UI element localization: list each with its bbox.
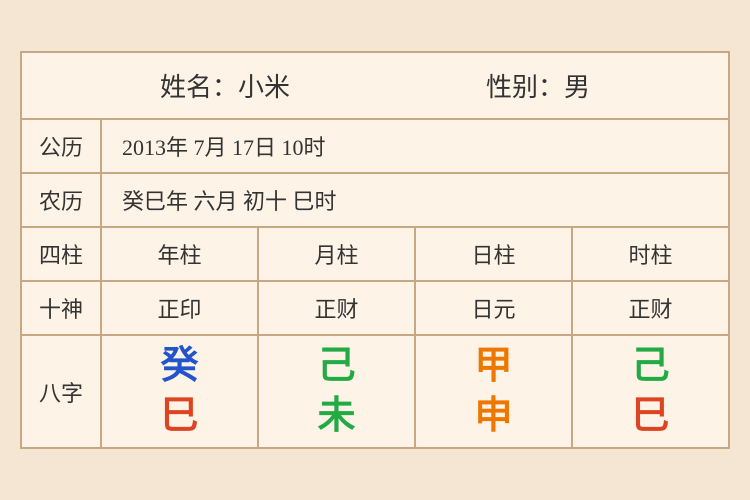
col-header-2: 日柱 — [416, 228, 573, 280]
bazhi-bottom-0: 巳 — [160, 396, 198, 438]
shishen-label: 十神 — [22, 282, 102, 334]
col-header-3: 时柱 — [573, 228, 728, 280]
lunar-value: 癸巳年 六月 初十 巳时 — [102, 174, 728, 226]
shishen-0: 正印 — [102, 282, 259, 334]
bazhi-bottom-3: 巳 — [631, 396, 669, 438]
sizhu-label: 四柱 — [22, 228, 102, 280]
bazhi-label: 八字 — [22, 336, 102, 448]
shishen-2: 日元 — [416, 282, 573, 334]
bazhi-col-3: 己 巳 — [573, 336, 728, 448]
sizhu-headers: 年柱 月柱 日柱 时柱 — [102, 228, 728, 280]
shishen-row: 十神 正印 正财 日元 正财 — [22, 282, 728, 336]
col-header-1: 月柱 — [259, 228, 416, 280]
gregorian-label: 公历 — [22, 120, 102, 172]
col-header-0: 年柱 — [102, 228, 259, 280]
bazhi-top-0: 癸 — [160, 346, 198, 388]
sizhu-row: 四柱 年柱 月柱 日柱 时柱 — [22, 228, 728, 282]
shishen-values: 正印 正财 日元 正财 — [102, 282, 728, 334]
bazhi-top-1: 己 — [317, 346, 355, 388]
bazhi-top-2: 甲 — [474, 346, 512, 388]
bazhi-col-0: 癸 巳 — [102, 336, 259, 448]
bazhi-bottom-1: 未 — [317, 396, 355, 438]
main-container: 姓名：小米 性别：男 公历 2013年 7月 17日 10时 农历 癸巳年 六月… — [20, 51, 730, 450]
bazhi-col-2: 甲 申 — [416, 336, 573, 448]
shishen-3: 正财 — [573, 282, 728, 334]
bazhi-row: 八字 癸 巳 己 未 甲 申 己 巳 — [22, 336, 728, 448]
name-label: 姓名：小米 — [160, 67, 290, 104]
gregorian-row: 公历 2013年 7月 17日 10时 — [22, 120, 728, 174]
bazhi-col-1: 己 未 — [259, 336, 416, 448]
bazhi-bottom-2: 申 — [474, 396, 512, 438]
header-row: 姓名：小米 性别：男 — [22, 53, 728, 120]
lunar-row: 农历 癸巳年 六月 初十 巳时 — [22, 174, 728, 228]
bazhi-top-3: 己 — [631, 346, 669, 388]
lunar-label: 农历 — [22, 174, 102, 226]
gregorian-value: 2013年 7月 17日 10时 — [102, 120, 728, 172]
gender-label: 性别：男 — [486, 67, 590, 104]
shishen-1: 正财 — [259, 282, 416, 334]
bazhi-values: 癸 巳 己 未 甲 申 己 巳 — [102, 336, 728, 448]
